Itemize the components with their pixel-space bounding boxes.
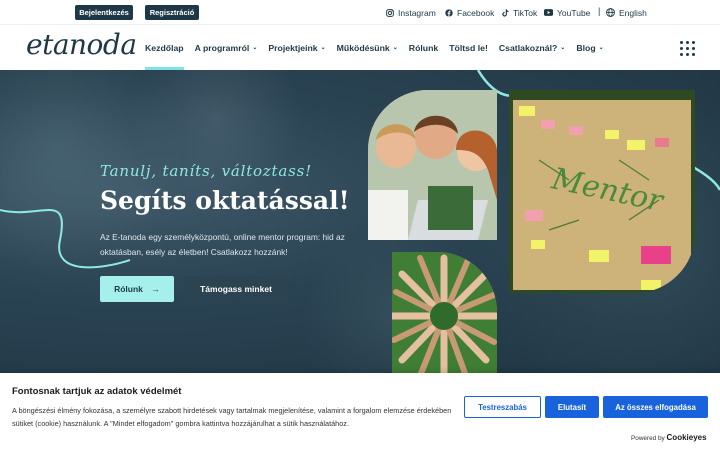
facebook-label: Facebook: [457, 7, 495, 18]
nav-item-projektjeink[interactable]: Projektjeink ⌄: [268, 25, 325, 70]
mentor-board-illustration: Mentor: [509, 90, 695, 293]
hero-section: Tanulj, taníts, változtass! Segíts oktat…: [0, 70, 720, 380]
cookie-banner: Fontosnak tartjuk az adatok védelmét A b…: [0, 373, 720, 450]
nav-label: Csatlakoznál?: [498, 42, 558, 53]
nav-label: Működésünk: [336, 42, 390, 53]
facebook-link[interactable]: Facebook: [445, 5, 494, 20]
cookie-title: Fontosnak tartjuk az adatok védelmét: [12, 386, 182, 397]
nav-item-mukodesunk[interactable]: Működésünk ⌄: [337, 25, 398, 70]
youtube-label: YouTube: [557, 7, 591, 18]
nav-label: A programról: [194, 42, 250, 53]
nav-label: Kezdőlap: [145, 42, 184, 53]
apps-grid-icon[interactable]: [680, 41, 696, 57]
nav-item-a-programrol[interactable]: A programról ⌄: [195, 25, 258, 70]
login-button[interactable]: Bejelentkezés: [75, 5, 133, 20]
kids-illustration: [368, 90, 497, 240]
powered-by[interactable]: Powered by Cookieyes: [631, 433, 707, 442]
chevron-down-icon: ⌄: [252, 45, 258, 51]
nav-label: Blog: [576, 42, 596, 53]
youtube-link[interactable]: YouTube: [544, 5, 590, 20]
separator: |: [598, 6, 601, 16]
nav-item-kezdolap[interactable]: Kezdőlap: [145, 25, 184, 70]
support-us-button[interactable]: Támogass minket: [184, 276, 288, 302]
hero-description: Az E-tanoda egy személyközpontú, online …: [100, 232, 345, 257]
chevron-down-icon: ⌄: [598, 45, 604, 51]
cookieyes-logo: Cookieyes: [666, 433, 707, 442]
kids-laptop-photo: [368, 90, 497, 240]
site-logo[interactable]: etanoda: [26, 28, 137, 61]
reject-button[interactable]: Elutasít: [545, 396, 599, 418]
chevron-down-icon: ⌄: [392, 45, 398, 51]
nav-label: Rólunk: [408, 42, 439, 53]
chevron-down-icon: ⌄: [320, 45, 326, 51]
instagram-icon: [386, 8, 394, 17]
hero-title: Segíts oktatással!: [100, 186, 350, 215]
language-label: English: [619, 7, 647, 18]
youtube-icon: [544, 9, 553, 16]
about-us-button[interactable]: Rólunk →: [100, 276, 174, 302]
about-us-label: Rólunk: [114, 284, 143, 294]
main-nav: Kezdőlap A programról ⌄ Projektjeink ⌄ M…: [145, 25, 615, 70]
nav-label: Töltsd le!: [449, 42, 488, 53]
mentor-board-photo: Mentor: [509, 90, 695, 293]
instagram-link[interactable]: Instagram: [386, 5, 436, 20]
language-switch[interactable]: English: [606, 5, 647, 20]
cookie-text: A böngészési élmény fokozása, a személyr…: [12, 406, 452, 428]
nav-item-csatlakoznal[interactable]: Csatlakoznál? ⌄: [499, 25, 565, 70]
hands-illustration: [392, 252, 497, 380]
nav-item-rolunk[interactable]: Rólunk: [409, 25, 438, 70]
tiktok-link[interactable]: TikTok: [501, 5, 537, 20]
register-button[interactable]: Regisztráció: [145, 5, 199, 20]
nav-item-blog[interactable]: Blog ⌄: [576, 25, 603, 70]
top-bar: Bejelentkezés Regisztráció Instagram Fac…: [0, 0, 720, 25]
arrow-right-icon: →: [150, 284, 160, 294]
hands-circle-photo: [392, 252, 497, 380]
tiktok-icon: [502, 8, 509, 17]
instagram-label: Instagram: [398, 7, 436, 18]
nav-item-toltsd-le[interactable]: Töltsd le!: [449, 25, 488, 70]
main-header: etanoda Kezdőlap A programról ⌄ Projektj…: [0, 25, 720, 70]
tiktok-label: TikTok: [513, 7, 538, 18]
chevron-down-icon: ⌄: [560, 45, 566, 51]
nav-label: Projektjeink: [268, 42, 318, 53]
hero-tagline: Tanulj, taníts, változtass!: [100, 162, 312, 180]
facebook-icon: [445, 8, 453, 17]
powered-prefix: Powered by: [631, 435, 665, 442]
globe-icon: [606, 8, 615, 17]
customize-button[interactable]: Testreszabás: [464, 396, 541, 418]
accept-all-button[interactable]: Az összes elfogadása: [603, 396, 708, 418]
